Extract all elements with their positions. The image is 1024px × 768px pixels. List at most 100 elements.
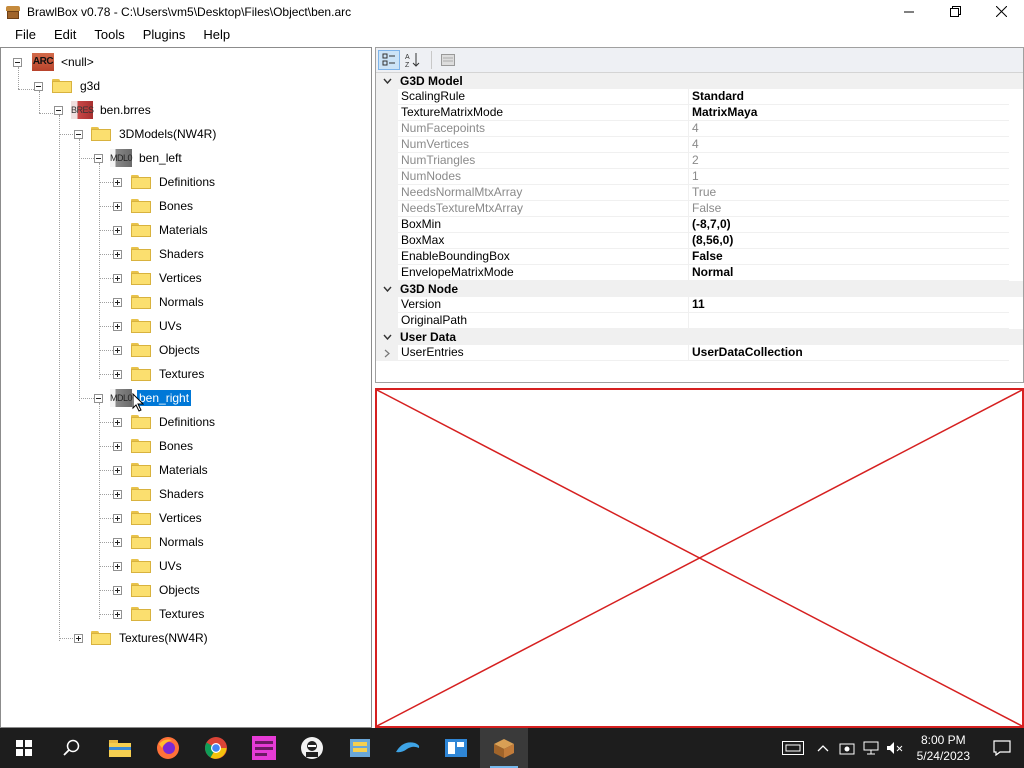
property-row[interactable]: NumTriangles 2 [376, 153, 1023, 169]
collapse-toggle[interactable] [74, 129, 83, 139]
tree-node-brres[interactable]: BRES ben.brres [54, 98, 153, 122]
tray-overflow-button[interactable] [811, 728, 835, 768]
resource-tree[interactable]: ARC <null> g3d BRES ben.brres 3DModels(N… [0, 47, 372, 728]
model-preview-panel[interactable] [375, 388, 1024, 728]
tree-node-ben-left[interactable]: MDL0 ben_left [94, 146, 184, 170]
property-value[interactable]: 4 [688, 137, 1009, 153]
property-value[interactable]: UserDataCollection [688, 345, 1009, 361]
taskbar-firefox[interactable] [144, 728, 192, 768]
tree-node-bones[interactable]: Bones [113, 434, 195, 458]
property-pages-button[interactable] [437, 50, 459, 70]
property-row[interactable]: BoxMax (8,56,0) [376, 233, 1023, 249]
alphabetical-button[interactable]: A Z [402, 50, 424, 70]
tray-keyboard-button[interactable] [775, 728, 811, 768]
property-value[interactable]: Normal [688, 265, 1009, 281]
property-value[interactable]: MatrixMaya [688, 105, 1009, 121]
property-row[interactable]: OriginalPath [376, 313, 1023, 329]
menu-plugins[interactable]: Plugins [134, 27, 195, 42]
chevron-down-icon[interactable] [376, 73, 398, 89]
expand-toggle[interactable] [113, 249, 122, 259]
property-row[interactable]: UserEntries UserDataCollection [376, 345, 1023, 361]
property-row[interactable]: NeedsTextureMtxArray False [376, 201, 1023, 217]
property-value[interactable]: (-8,7,0) [688, 217, 1009, 233]
property-row[interactable]: NumNodes 1 [376, 169, 1023, 185]
taskbar-pink-app[interactable] [240, 728, 288, 768]
collapse-toggle[interactable] [54, 105, 63, 115]
taskbar-brawlbox[interactable] [480, 728, 528, 768]
expand-toggle[interactable] [113, 225, 122, 235]
property-category[interactable]: G3D Node [376, 281, 1023, 297]
menu-edit[interactable]: Edit [45, 27, 85, 42]
expand-toggle[interactable] [113, 489, 122, 499]
property-row[interactable]: EnvelopeMatrixMode Normal [376, 265, 1023, 281]
property-row[interactable]: NumVertices 4 [376, 137, 1023, 153]
property-row[interactable]: ScalingRule Standard [376, 89, 1023, 105]
collapse-toggle[interactable] [94, 153, 103, 163]
collapse-toggle[interactable] [94, 393, 103, 403]
property-value[interactable]: 2 [688, 153, 1009, 169]
menu-tools[interactable]: Tools [85, 27, 133, 42]
chevron-down-icon[interactable] [376, 329, 398, 345]
property-row[interactable]: EnableBoundingBox False [376, 249, 1023, 265]
property-row[interactable]: BoxMin (-8,7,0) [376, 217, 1023, 233]
expand-toggle[interactable] [113, 369, 122, 379]
chevron-right-icon[interactable] [376, 345, 398, 361]
property-row[interactable]: TextureMatrixMode MatrixMaya [376, 105, 1023, 121]
tree-node-uvs[interactable]: UVs [113, 554, 184, 578]
expand-toggle[interactable] [113, 273, 122, 283]
tree-node-normals[interactable]: Normals [113, 290, 206, 314]
property-value[interactable]: 1 [688, 169, 1009, 185]
tree-node-vertices[interactable]: Vertices [113, 266, 204, 290]
tree-node-textures-folder[interactable]: Textures(NW4R) [74, 626, 210, 650]
tree-node-3dmodels[interactable]: 3DModels(NW4R) [74, 122, 218, 146]
property-grid[interactable]: A Z G3D Model ScalingRule Standard TextureM… [375, 47, 1024, 383]
tree-node-root[interactable]: ARC <null> [13, 50, 96, 74]
property-value[interactable] [688, 313, 1009, 329]
start-button[interactable] [0, 728, 48, 768]
expand-toggle[interactable] [113, 441, 122, 451]
chevron-down-icon[interactable] [376, 281, 398, 297]
expand-toggle[interactable] [113, 537, 122, 547]
taskbar-archive-app[interactable] [336, 728, 384, 768]
tree-node-uvs[interactable]: UVs [113, 314, 184, 338]
taskbar-dolphin[interactable] [384, 728, 432, 768]
expand-toggle[interactable] [113, 201, 122, 211]
collapse-toggle[interactable] [34, 81, 43, 91]
tree-node-materials[interactable]: Materials [113, 218, 210, 242]
tray-app-button[interactable] [835, 728, 859, 768]
tree-node-shaders[interactable]: Shaders [113, 482, 206, 506]
property-row[interactable]: Version 11 [376, 297, 1023, 313]
tree-node-shaders[interactable]: Shaders [113, 242, 206, 266]
tree-node-materials[interactable]: Materials [113, 458, 210, 482]
search-button[interactable] [48, 728, 96, 768]
expand-toggle[interactable] [113, 513, 122, 523]
property-category[interactable]: G3D Model [376, 73, 1023, 89]
taskbar-chrome[interactable] [192, 728, 240, 768]
property-value[interactable]: True [688, 185, 1009, 201]
expand-toggle[interactable] [113, 417, 122, 427]
property-value[interactable]: 4 [688, 121, 1009, 137]
tree-node-definitions[interactable]: Definitions [113, 410, 217, 434]
taskbar-person-app[interactable] [288, 728, 336, 768]
taskbar-store-app[interactable] [432, 728, 480, 768]
tree-node-normals[interactable]: Normals [113, 530, 206, 554]
taskbar-file-explorer[interactable] [96, 728, 144, 768]
menu-help[interactable]: Help [194, 27, 239, 42]
property-row[interactable]: NumFacepoints 4 [376, 121, 1023, 137]
tree-node-objects[interactable]: Objects [113, 338, 202, 362]
tree-node-g3d[interactable]: g3d [34, 74, 102, 98]
categorized-button[interactable] [378, 50, 400, 70]
tree-node-textures[interactable]: Textures [113, 362, 206, 386]
property-value[interactable]: Standard [688, 89, 1009, 105]
tray-volume-button[interactable] [883, 728, 907, 768]
expand-toggle[interactable] [113, 561, 122, 571]
menu-file[interactable]: File [6, 27, 45, 42]
property-row[interactable]: NeedsNormalMtxArray True [376, 185, 1023, 201]
close-button[interactable] [978, 0, 1024, 23]
maximize-button[interactable] [932, 0, 978, 23]
property-value[interactable]: (8,56,0) [688, 233, 1009, 249]
collapse-toggle[interactable] [13, 57, 22, 67]
tree-node-vertices[interactable]: Vertices [113, 506, 204, 530]
taskbar-clock[interactable]: 8:00 PM 5/24/2023 [907, 732, 980, 764]
expand-toggle[interactable] [113, 585, 122, 595]
